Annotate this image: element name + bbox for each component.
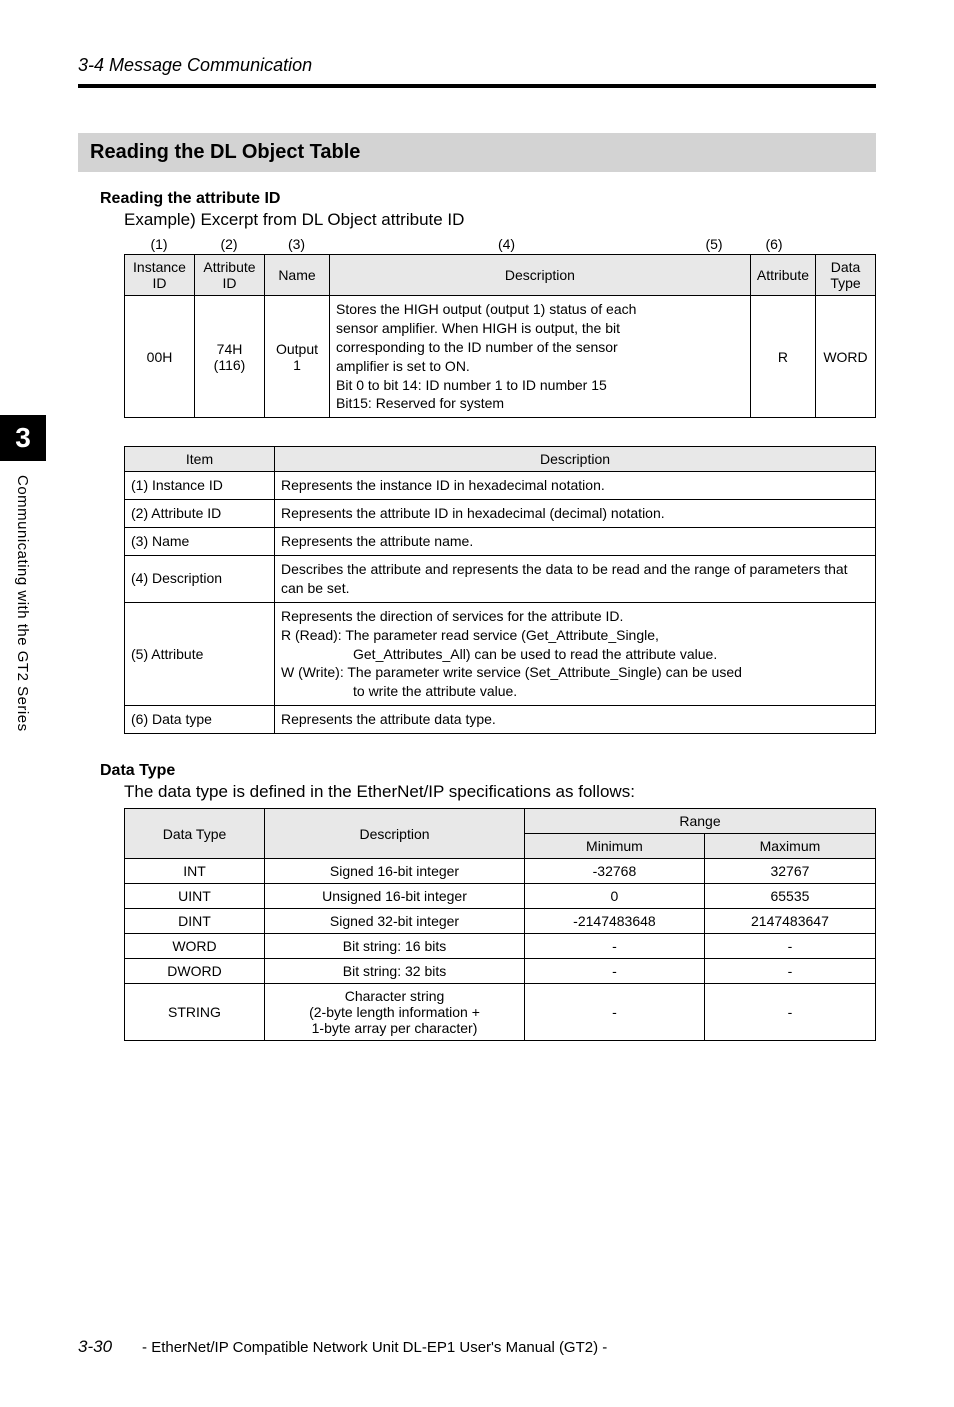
th-description: Description — [330, 255, 751, 296]
th-range: Range — [525, 809, 876, 834]
cell-min: - — [525, 934, 705, 959]
chapter-side-title: Communicating with the GT2 Series — [14, 475, 31, 732]
page-number: 3-30 — [78, 1337, 112, 1357]
table-row: WORD Bit string: 16 bits - - — [125, 934, 876, 959]
th-name: Name — [265, 255, 330, 296]
cell-desc: Signed 32-bit integer — [265, 909, 525, 934]
cell-description: Stores the HIGH output (output 1) status… — [330, 296, 751, 418]
th-data-type: Data Type — [125, 809, 265, 859]
cell-desc: Represents the attribute data type. — [275, 706, 876, 734]
th-instance-id: Instance ID — [125, 255, 195, 296]
cell-min: -32768 — [525, 859, 705, 884]
th-data-type: Data Type — [816, 255, 876, 296]
cell-attr-id: 74H (116) — [195, 296, 265, 418]
page-footer: 3-30 - EtherNet/IP Compatible Network Un… — [78, 1337, 876, 1357]
example-text: Example) Excerpt from DL Object attribut… — [124, 210, 954, 230]
cell-min: - — [525, 959, 705, 984]
column-number-labels: (1) (2) (3) (4) (5) (6) — [124, 236, 876, 252]
item-description-table: Item Description (1) Instance ID Represe… — [124, 446, 876, 734]
cell-max: 2147483647 — [704, 909, 875, 934]
data-type-body: The data type is defined in the EtherNet… — [124, 782, 954, 802]
cell-dt: DINT — [125, 909, 265, 934]
cell-item: (6) Data type — [125, 706, 275, 734]
cell-desc: Character string (2-byte length informat… — [265, 984, 525, 1041]
cell-max: - — [704, 984, 875, 1041]
cell-desc: Bit string: 16 bits — [265, 934, 525, 959]
cell-dt: DWORD — [125, 959, 265, 984]
attribute-id-table: Instance ID Attribute ID Name Descriptio… — [124, 254, 876, 418]
table-row: (3) Name Represents the attribute name. — [125, 528, 876, 556]
manual-title: - EtherNet/IP Compatible Network Unit DL… — [142, 1339, 607, 1356]
cell-instance: 00H — [125, 296, 195, 418]
cell-dt: INT — [125, 859, 265, 884]
table-row: (4) Description Describes the attribute … — [125, 556, 876, 603]
col-num-3: (3) — [264, 236, 329, 252]
heading-reading-dl-object: Reading the DL Object Table — [78, 133, 876, 172]
table-row: (2) Attribute ID Represents the attribut… — [125, 500, 876, 528]
cell-item: (4) Description — [125, 556, 275, 603]
table-row: 00H 74H (116) Output 1 Stores the HIGH o… — [125, 296, 876, 418]
data-type-table-wrap: Data Type Description Range Minimum Maxi… — [124, 808, 876, 1041]
cell-desc: Describes the attribute and represents t… — [275, 556, 876, 603]
th-item: Item — [125, 447, 275, 472]
heading-data-type: Data Type — [100, 762, 954, 780]
table-header-row: Instance ID Attribute ID Name Descriptio… — [125, 255, 876, 296]
table-header-row: Item Description — [125, 447, 876, 472]
cell-dt: STRING — [125, 984, 265, 1041]
table-row: (1) Instance ID Represents the instance … — [125, 472, 876, 500]
cell-desc: Bit string: 32 bits — [265, 959, 525, 984]
table-row: INT Signed 16-bit integer -32768 32767 — [125, 859, 876, 884]
cell-max: 65535 — [704, 884, 875, 909]
col-num-6: (6) — [744, 236, 804, 252]
cell-desc: Represents the instance ID in hexadecima… — [275, 472, 876, 500]
cell-item: (1) Instance ID — [125, 472, 275, 500]
cell-item: (2) Attribute ID — [125, 500, 275, 528]
chapter-tab: 3 — [0, 415, 46, 461]
table-row: UINT Unsigned 16-bit integer 0 65535 — [125, 884, 876, 909]
th-attribute: Attribute — [750, 255, 815, 296]
cell-dt: UINT — [125, 884, 265, 909]
cell-dt: WORD — [125, 934, 265, 959]
attribute-id-table-wrap: (1) (2) (3) (4) (5) (6) Instance ID Attr… — [124, 236, 876, 418]
cell-attribute: R — [750, 296, 815, 418]
data-type-table: Data Type Description Range Minimum Maxi… — [124, 808, 876, 1041]
cell-min: -2147483648 — [525, 909, 705, 934]
section-header: 3-4 Message Communication — [78, 55, 954, 76]
col-num-2: (2) — [194, 236, 264, 252]
cell-desc: Unsigned 16-bit integer — [265, 884, 525, 909]
table-row: (5) Attribute Represents the direction o… — [125, 602, 876, 705]
table-header-row: Data Type Description Range — [125, 809, 876, 834]
table-row: DINT Signed 32-bit integer -2147483648 2… — [125, 909, 876, 934]
table-row: DWORD Bit string: 32 bits - - — [125, 959, 876, 984]
th-maximum: Maximum — [704, 834, 875, 859]
col-num-5: (5) — [684, 236, 744, 252]
cell-max: - — [704, 959, 875, 984]
cell-desc: Represents the attribute name. — [275, 528, 876, 556]
cell-desc: Represents the attribute ID in hexadecim… — [275, 500, 876, 528]
cell-item: (5) Attribute — [125, 602, 275, 705]
heading-reading-attribute-id: Reading the attribute ID — [100, 190, 954, 208]
table-row: STRING Character string (2-byte length i… — [125, 984, 876, 1041]
cell-dtype: WORD — [816, 296, 876, 418]
cell-desc: Signed 16-bit integer — [265, 859, 525, 884]
cell-item: (3) Name — [125, 528, 275, 556]
cell-max: - — [704, 934, 875, 959]
cell-min: 0 — [525, 884, 705, 909]
th-minimum: Minimum — [525, 834, 705, 859]
cell-min: - — [525, 984, 705, 1041]
col-num-4: (4) — [329, 236, 684, 252]
header-rule — [78, 84, 876, 88]
cell-desc: Represents the direction of services for… — [275, 602, 876, 705]
col-num-1: (1) — [124, 236, 194, 252]
item-description-table-wrap: Item Description (1) Instance ID Represe… — [124, 446, 876, 734]
th-attribute-id: Attribute ID — [195, 255, 265, 296]
cell-name: Output 1 — [265, 296, 330, 418]
th-description: Description — [275, 447, 876, 472]
th-description: Description — [265, 809, 525, 859]
table-row: (6) Data type Represents the attribute d… — [125, 706, 876, 734]
cell-max: 32767 — [704, 859, 875, 884]
